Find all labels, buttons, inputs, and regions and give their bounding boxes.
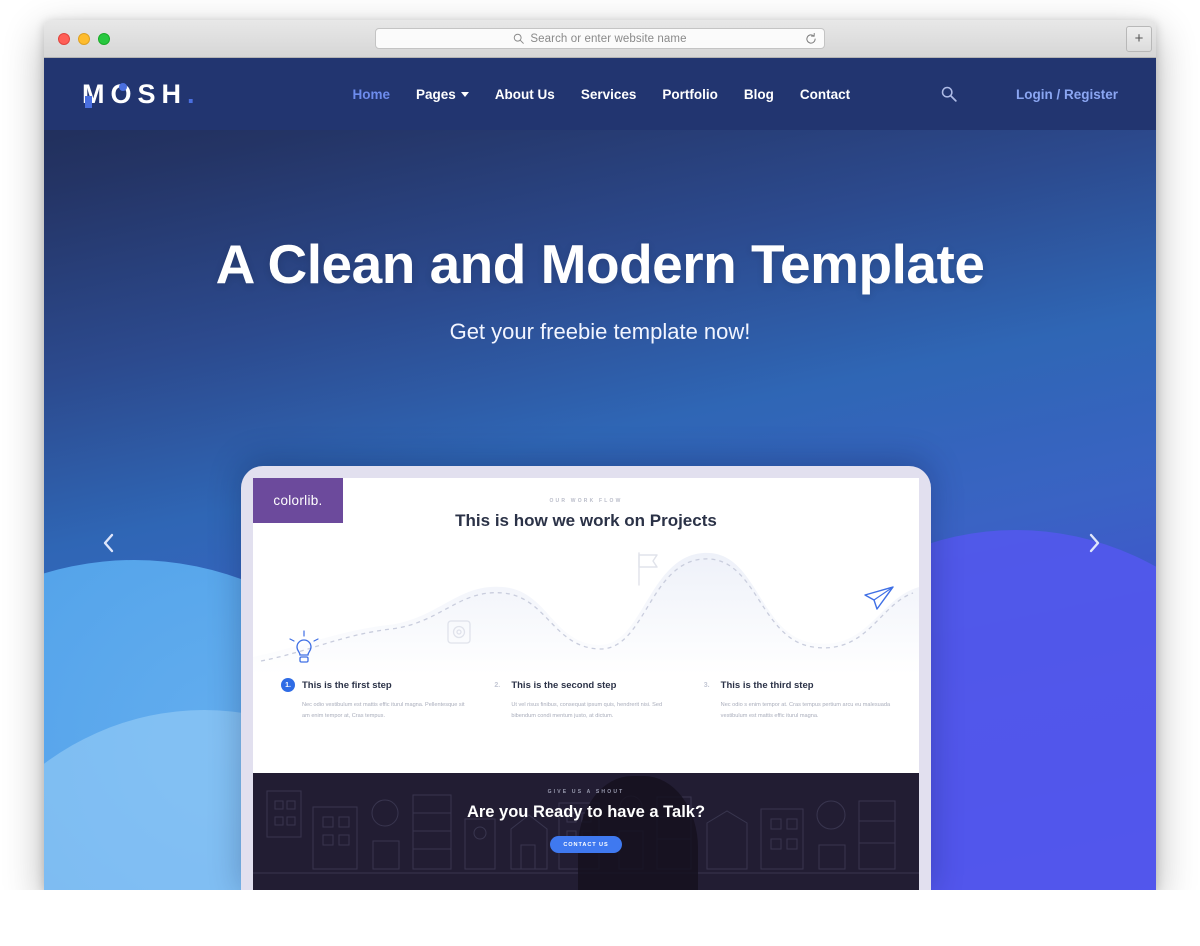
nav-item-label: Contact	[799, 86, 851, 102]
colorlib-badge: colorlib.	[253, 478, 343, 523]
login-register-link[interactable]: Login / Register	[1016, 87, 1118, 102]
address-bar-placeholder: Search or enter website name	[530, 32, 687, 45]
step-header: 3. This is the third step	[700, 678, 891, 692]
step-title: This is the third step	[720, 679, 814, 691]
chevron-left-icon	[101, 532, 117, 559]
nav-item-label: Portfolio	[662, 86, 718, 102]
nav-item-home[interactable]: Home	[353, 87, 391, 102]
slide-title: This is how we work on Projects	[455, 511, 717, 530]
nav-item-services[interactable]: Services	[581, 87, 637, 102]
nav-item-label: About Us	[494, 86, 555, 102]
step-header: 1. This is the first step	[281, 678, 472, 692]
cta-content: GIVE US A SHOUT Are you Ready to have a …	[253, 773, 919, 853]
step-number: 2.	[494, 681, 501, 689]
browser-titlebar: Search or enter website name +	[44, 20, 1156, 58]
chevron-down-icon	[460, 91, 469, 97]
new-tab-button[interactable]: +	[1126, 26, 1152, 52]
cta-section: GIVE US A SHOUT Are you Ready to have a …	[253, 773, 919, 890]
nav-item-label: Services	[580, 86, 637, 102]
step-number: 3.	[703, 681, 710, 689]
workflow-illustration	[253, 539, 919, 674]
nav-item-pages[interactable]: Pages	[416, 87, 469, 102]
flag-icon	[638, 552, 658, 586]
minimize-window-button[interactable]	[78, 32, 90, 45]
logo-period: .	[187, 78, 201, 109]
desk-surface	[0, 890, 1200, 946]
slide-eyebrow: OUR WORK FLOW	[549, 498, 623, 504]
workflow-step[interactable]: 3. This is the third step Nec odio s eni…	[700, 678, 891, 722]
step-title: This is the first step	[302, 679, 392, 691]
close-window-button[interactable]	[58, 32, 70, 45]
window-controls	[58, 32, 110, 45]
page-viewport: A Clean and Modern Template Get your fre…	[44, 58, 1156, 890]
nav-item-contact[interactable]: Contact	[800, 87, 850, 102]
reload-icon[interactable]	[805, 32, 817, 45]
nav-item-label: Pages	[416, 86, 456, 102]
navbar-right: Login / Register	[940, 85, 1118, 103]
primary-navigation: Home Pages About Us Services Portfolio B…	[353, 87, 851, 102]
nav-item-about-us[interactable]: About Us	[495, 87, 555, 102]
colorlib-badge-label: colorlib.	[273, 493, 323, 508]
nav-item-label: Home	[352, 86, 391, 102]
cta-title: Are you Ready to have a Talk?	[466, 803, 706, 821]
carousel-prev-button[interactable]	[89, 525, 129, 565]
step-header: 2. This is the second step	[490, 678, 681, 692]
tablet-mockup: colorlib. OUR WORK FLOW This is how we w…	[241, 466, 931, 890]
site-navbar: MOSH. Home Pages About Us Services Portf…	[44, 58, 1156, 130]
search-icon	[513, 33, 525, 44]
cta-eyebrow: GIVE US A SHOUT	[547, 789, 625, 795]
step-body: Nec odio vestibulum est mattis effic itu…	[302, 702, 465, 719]
logo-accent-dot	[119, 82, 127, 91]
logo-accent-bar	[85, 95, 92, 108]
chevron-right-icon	[1086, 532, 1102, 559]
maximize-window-button[interactable]	[98, 32, 110, 45]
workflow-steps: 1. This is the first step Nec odio vesti…	[253, 674, 919, 722]
hero-subtitle: Get your freebie template now!	[449, 318, 751, 344]
logo-text: MOSH	[82, 78, 187, 109]
workflow-step[interactable]: 2. This is the second step Ut vel risus …	[490, 678, 681, 722]
step-body: Nec odio s enim tempor at. Cras tempus p…	[720, 702, 891, 719]
address-bar[interactable]: Search or enter website name	[375, 28, 825, 49]
nav-item-blog[interactable]: Blog	[744, 87, 774, 102]
hero-title: A Clean and Modern Template	[215, 233, 985, 295]
carousel-next-button[interactable]	[1074, 525, 1114, 565]
step-title: This is the second step	[511, 679, 617, 691]
contact-us-button[interactable]: CONTACT US	[550, 836, 622, 853]
tablet-screen: colorlib. OUR WORK FLOW This is how we w…	[253, 478, 919, 890]
nav-item-label: Blog	[743, 86, 774, 102]
site-logo[interactable]: MOSH.	[82, 79, 201, 110]
step-number: 1.	[281, 678, 295, 692]
step-body: Ut vel risus finibus, consequat ipsum qu…	[511, 702, 663, 719]
search-icon[interactable]	[940, 85, 958, 103]
workflow-step[interactable]: 1. This is the first step Nec odio vesti…	[281, 678, 472, 722]
browser-window: Search or enter website name + A Clean a…	[44, 20, 1156, 890]
nav-item-portfolio[interactable]: Portfolio	[662, 87, 718, 102]
